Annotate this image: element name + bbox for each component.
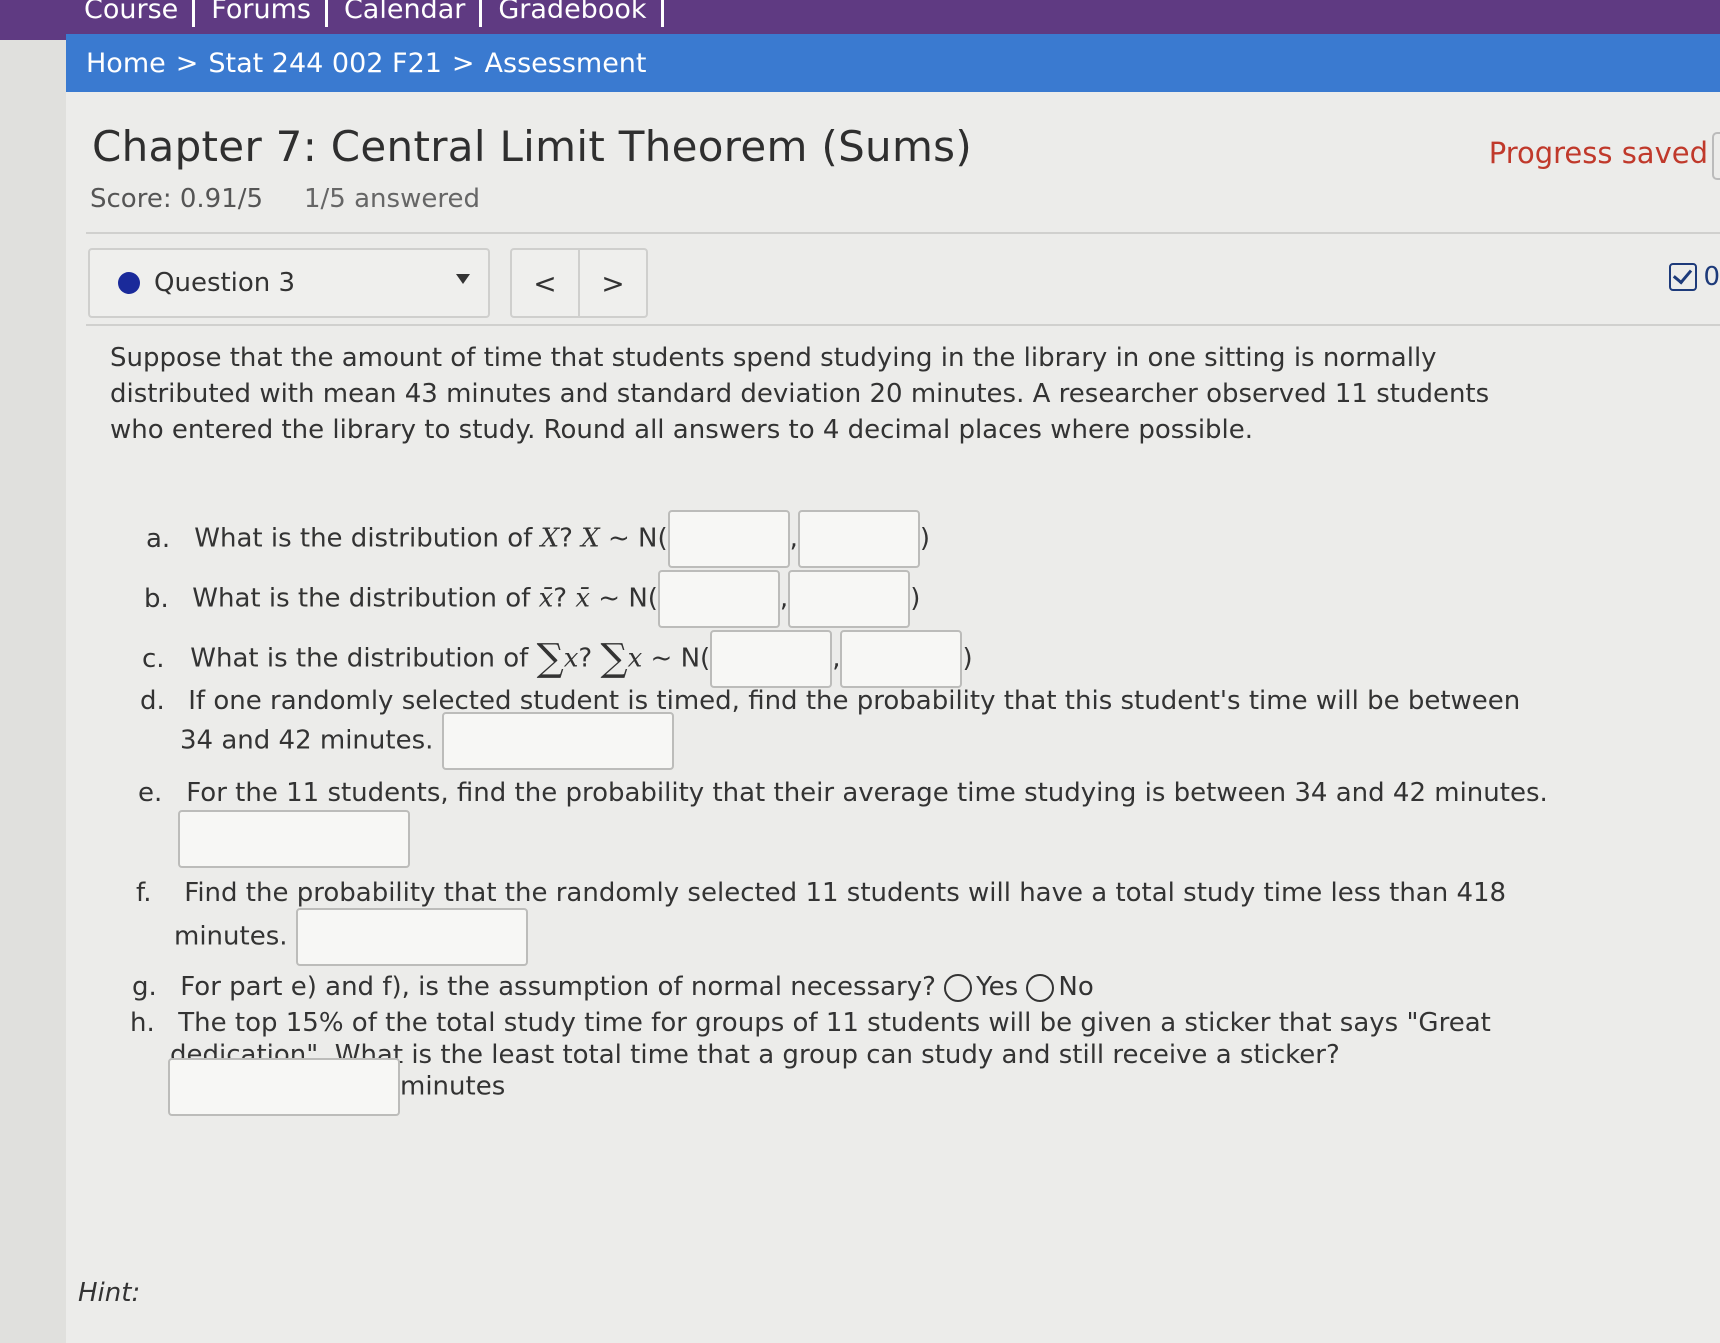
checkbox-icon — [1669, 263, 1698, 291]
breadcrumb-separator: > — [451, 47, 475, 79]
main-content: Chapter 7: Central Limit Theorem (Sums) … — [66, 92, 1720, 1343]
score-text: Score: 0.91/5 — [90, 184, 264, 214]
part-label: b. — [144, 583, 169, 614]
math-var: X — [540, 523, 560, 554]
next-question-button[interactable]: > — [578, 248, 648, 318]
answer-e-input[interactable] — [178, 810, 410, 868]
answer-b-sd-input[interactable] — [788, 570, 911, 628]
close-paren: ) — [910, 583, 921, 614]
part-d-line2: 34 and 42 minutes. — [180, 712, 674, 770]
progress-status: Progress saved — [1488, 136, 1708, 170]
part-a: a. What is the distribution of X? X ~ N(… — [146, 510, 930, 568]
math-var: x — [563, 643, 579, 674]
sigma-symbol: ∑ — [600, 635, 628, 680]
dist-notation: ~ N( — [607, 523, 668, 554]
part-label: g. — [132, 972, 157, 1002]
comma: , — [779, 583, 789, 614]
answer-c-mean-input[interactable] — [710, 630, 833, 688]
question-mark: ? — [559, 523, 573, 554]
part-text: What is the distribution of — [194, 523, 533, 554]
page-title: Chapter 7: Central Limit Theorem (Sums) — [92, 122, 973, 171]
comma: , — [789, 523, 798, 554]
hint-label: Hint: — [78, 1278, 141, 1308]
previous-question-button[interactable]: < — [510, 248, 580, 318]
nav-calendar[interactable]: Calendar — [328, 0, 483, 27]
nav-course[interactable]: Course — [68, 0, 196, 27]
unit-label: minutes — [400, 1071, 506, 1102]
nav-gradebook[interactable]: Gradebook — [482, 0, 664, 27]
radio-no-label: No — [1058, 972, 1094, 1002]
part-label: h. — [130, 1008, 155, 1038]
divider — [86, 232, 1720, 234]
part-e-answer — [178, 810, 410, 868]
dist-notation: ~ N( — [650, 643, 711, 674]
part-label: f. — [136, 878, 152, 908]
breadcrumb: Home > Stat 244 002 F21 > Assessment — [66, 34, 1720, 92]
left-gutter — [0, 0, 66, 1343]
chevron-down-icon — [456, 274, 470, 284]
question-stem: Suppose that the amount of time that stu… — [110, 343, 1490, 445]
part-text: minutes. — [174, 921, 288, 952]
part-text: Find the probability that the randomly s… — [184, 878, 1507, 908]
attempts-indicator: 0 — [1669, 262, 1720, 292]
part-c: c. What is the distribution of ∑x? ∑x ~ … — [142, 630, 973, 688]
radio-yes-label: Yes — [976, 972, 1019, 1002]
part-f: f. Find the probability that the randoml… — [136, 876, 1506, 910]
part-text: What is the distribution of — [190, 643, 529, 674]
comma: , — [832, 643, 841, 674]
part-text: The top 15% of the total study time for … — [178, 1008, 1491, 1038]
progress-panel-edge — [1712, 132, 1720, 180]
close-paren: ) — [962, 643, 973, 674]
radio-no[interactable] — [1026, 973, 1055, 1002]
question-select-label: Question 3 — [154, 268, 296, 298]
part-h: h. The top 15% of the total study time f… — [130, 1006, 1491, 1040]
part-text: What is the distribution of — [192, 583, 531, 614]
breadcrumb-home[interactable]: Home — [86, 48, 166, 79]
part-e: e. For the 11 students, find the probabi… — [138, 776, 1548, 810]
attempt-count: 0 — [1703, 262, 1720, 292]
part-b: b. What is the distribution of x̄? x̄ ~ … — [144, 570, 920, 628]
answer-b-mean-input[interactable] — [657, 570, 780, 628]
answer-c-sd-input[interactable] — [840, 630, 963, 688]
question-select[interactable]: Question 3 — [88, 248, 490, 318]
part-text: For the 11 students, find the probabilit… — [186, 778, 1548, 808]
question-mark: ? — [553, 583, 568, 614]
part-h-answer: minutes — [168, 1058, 505, 1116]
close-paren: ) — [919, 523, 931, 554]
answer-h-input[interactable] — [168, 1058, 400, 1116]
part-label: e. — [138, 778, 163, 808]
question-status-dot — [118, 272, 140, 294]
math-var: x̄ — [538, 583, 554, 614]
breadcrumb-course[interactable]: Stat 244 002 F21 — [208, 48, 442, 79]
part-label: d. — [140, 686, 165, 716]
dist-notation: ~ N( — [598, 583, 658, 614]
answer-a-mean-input[interactable] — [667, 510, 790, 568]
math-var: X — [581, 523, 600, 554]
answered-count: 1/5 answered — [304, 184, 480, 214]
part-f-line2: minutes. — [174, 908, 528, 966]
answer-f-input[interactable] — [295, 908, 528, 966]
part-label: c. — [142, 643, 165, 674]
answer-a-sd-input[interactable] — [797, 510, 920, 568]
nav-forums[interactable]: Forums — [195, 0, 328, 27]
radio-yes[interactable] — [944, 973, 973, 1002]
sigma-symbol: ∑ — [536, 635, 564, 680]
question-mark: ? — [578, 643, 593, 674]
math-var: x — [627, 643, 643, 674]
part-text: 34 and 42 minutes. — [180, 725, 434, 756]
breadcrumb-page: Assessment — [484, 47, 647, 79]
divider — [86, 324, 1720, 326]
part-g: g. For part e) and f), is the assumption… — [132, 970, 1094, 1004]
answer-d-input[interactable] — [441, 712, 674, 770]
part-text: For part e) and f), is the assumption of… — [180, 972, 936, 1002]
math-var: x̄ — [575, 583, 590, 614]
part-label: a. — [146, 523, 171, 554]
breadcrumb-separator: > — [175, 47, 199, 79]
